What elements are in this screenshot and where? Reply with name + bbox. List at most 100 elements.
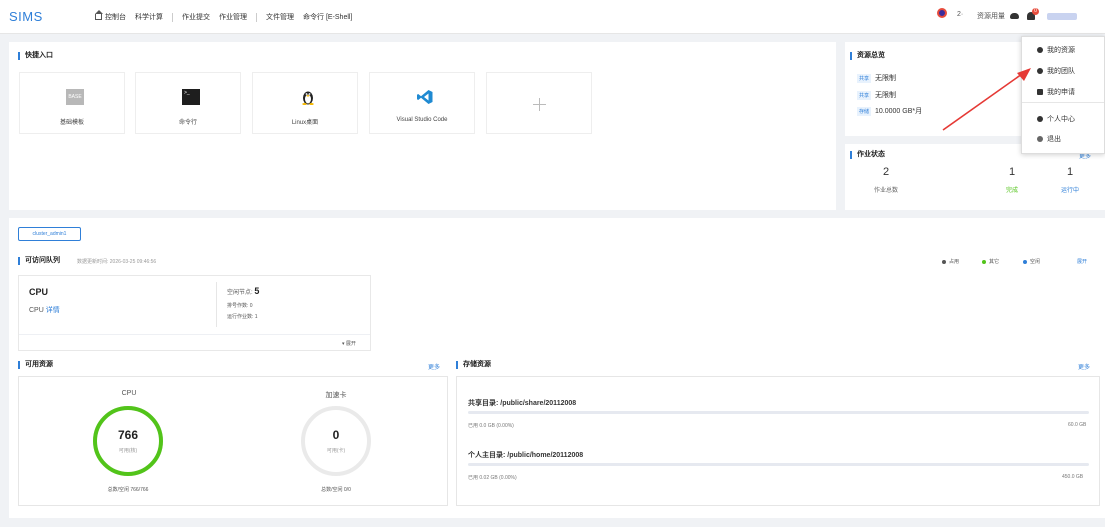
nav-item-eshell[interactable]: 命令行 [E-Shell] <box>303 12 352 22</box>
storage-resources-box <box>456 376 1100 506</box>
queue-subname-text: CPU <box>29 307 44 314</box>
idle-nodes-label: 空闲节点: <box>227 290 253 296</box>
quick-card-label: 命令行 <box>178 120 197 126</box>
quick-card-base-template[interactable]: BASE 基础模板 <box>19 72 125 134</box>
queue-detail-link[interactable]: 详情 <box>46 307 60 314</box>
job-done-label[interactable]: 完成 <box>982 185 1042 194</box>
cpu-gauge-unit: 可用(核) <box>118 448 138 454</box>
resource-tag: 存储 <box>857 106 872 116</box>
legend-dot <box>1023 259 1027 264</box>
main-nav: 控制台 科学计算 作业提交 作业管理 文件管理 命令行 [E-Shell] <box>95 0 361 34</box>
update-time: 数据更新时间: 2026-03-25 09:46:56 <box>77 259 157 265</box>
nav-item-job-management[interactable]: 作业管理 <box>219 12 247 22</box>
storage-home-total: 450.0 GB <box>1062 474 1084 480</box>
resource-summary-title: 资源总览 <box>850 52 885 60</box>
legend-label: 空闲 <box>1030 259 1041 265</box>
cpu-gauge-total: 总数/空闲 766/766 <box>107 487 149 493</box>
menu-item-my-team[interactable]: 我的团队 <box>1037 66 1075 76</box>
legend-dot <box>982 259 986 264</box>
top-right-toolbar: 2· 资源用量 0 <box>937 0 1105 34</box>
storage-title: 存储资源 <box>456 361 491 369</box>
linux-penguin-icon <box>302 91 314 105</box>
nav-divider <box>256 12 257 22</box>
storage-home-bar <box>468 463 1089 466</box>
home-icon <box>95 10 103 20</box>
nav-item-job-submit[interactable]: 作业提交 <box>182 12 210 22</box>
card-divider <box>216 282 217 327</box>
menu-item-my-applications[interactable]: 我的申请 <box>1037 87 1075 97</box>
quick-card-label: Linux桌面 <box>291 120 319 126</box>
add-icon-vertical <box>539 98 540 111</box>
team-icon <box>1037 68 1043 74</box>
queue-title: 可访问队列 <box>18 257 60 265</box>
job-status-title: 作业状态 <box>850 151 885 159</box>
resource-value: 无限制 <box>875 92 897 99</box>
legend-dot <box>942 259 946 264</box>
legend-item-occupied: 占用 <box>942 258 959 265</box>
resource-row: 共享 无限制 <box>857 90 896 100</box>
quick-card-label: Visual Studio Code <box>396 117 448 123</box>
user-name[interactable] <box>1047 13 1077 20</box>
user-icon <box>1037 116 1043 122</box>
running-jobs: 运行作业数: 1 <box>227 314 258 320</box>
job-running-value[interactable]: 1 <box>1040 166 1100 178</box>
nav-item-label: 作业管理 <box>219 14 247 21</box>
nav-item-label: 作业提交 <box>182 14 210 21</box>
nav-item-scientific-computing[interactable]: 科学计算 <box>135 12 163 22</box>
nav-item-label: 文件管理 <box>266 14 294 21</box>
gauge-title-accelerator: 加速卡 <box>325 392 347 399</box>
notification-count[interactable]: 2· <box>957 11 963 18</box>
logout-icon <box>1037 136 1043 142</box>
mascot-icon[interactable] <box>937 8 947 18</box>
terminal-icon: >_ <box>182 89 200 105</box>
job-running-label[interactable]: 运行中 <box>1040 185 1100 194</box>
card-expand-button[interactable]: ▾ 展开 <box>342 340 356 347</box>
vscode-icon <box>417 90 433 104</box>
queue-card-cpu: CPU CPU 详情 空闲节点: 5 排号作数: 0 运行作业数: 1 ▾ 展开 <box>18 275 371 351</box>
menu-item-label: 我的申请 <box>1047 89 1075 96</box>
gauge-title-cpu: CPU <box>121 390 137 397</box>
resource-row: 存储 10.0000 GB*月 <box>857 106 922 116</box>
storage-home-used: 已用 0.02 GB (0.00%) <box>468 475 517 481</box>
idle-nodes: 空闲节点: 5 <box>227 286 259 296</box>
storage-share-label: 共享目录: /public/share/20112008 <box>468 400 577 407</box>
resource-usage-link[interactable]: 资源用量 <box>977 11 1005 21</box>
cloud-icon[interactable] <box>1010 13 1019 19</box>
menu-item-my-resources[interactable]: 我的资源 <box>1037 45 1075 55</box>
storage-more-link[interactable]: 更多 <box>1078 362 1090 371</box>
nav-item-label: 控制台 <box>105 14 126 21</box>
job-done-value[interactable]: 1 <box>982 166 1042 178</box>
annotation-arrow-icon <box>942 68 1031 131</box>
cluster-tab[interactable]: cluster_admin1 <box>18 227 81 241</box>
quick-card-add[interactable] <box>486 72 592 134</box>
nav-divider <box>172 12 173 22</box>
quick-card-terminal[interactable]: >_ 命令行 <box>135 72 241 134</box>
resource-tag: 共享 <box>857 90 872 100</box>
menu-item-label: 个人中心 <box>1047 116 1075 123</box>
nav-item-dashboard[interactable]: 控制台 <box>95 10 126 22</box>
menu-item-logout[interactable]: 退出 <box>1037 134 1061 144</box>
job-total-value: 2 <box>882 166 890 178</box>
accelerator-gauge-total: 总数/空闲 0/0 <box>321 487 351 493</box>
expand-all-button[interactable]: 展开 <box>1077 258 1087 265</box>
quick-entry-title: 快捷入口 <box>18 52 53 60</box>
menu-item-personal-center[interactable]: 个人中心 <box>1037 114 1075 124</box>
storage-home-label: 个人主目录: /public/home/20112008 <box>468 452 584 459</box>
app-logo[interactable]: SIMS <box>9 9 43 24</box>
application-icon <box>1037 89 1043 95</box>
job-total-label: 作业总数 <box>873 188 898 194</box>
nav-item-file-management[interactable]: 文件管理 <box>266 12 294 22</box>
idle-nodes-value: 5 <box>254 286 260 296</box>
quick-card-linux-desktop[interactable]: Linux桌面 <box>252 72 358 134</box>
base-template-icon: BASE <box>66 89 84 105</box>
storage-share-total: 60.0 GB <box>1068 422 1087 428</box>
cube-icon <box>1037 47 1043 53</box>
bell-badge: 0 <box>1032 8 1039 15</box>
legend-label: 占用 <box>949 259 960 265</box>
menu-item-label: 退出 <box>1047 136 1061 143</box>
resource-tag: 共享 <box>857 73 872 83</box>
accelerator-gauge-unit: 可用(卡) <box>326 448 346 454</box>
available-more-link[interactable]: 更多 <box>428 362 440 371</box>
quick-card-vscode[interactable]: Visual Studio Code <box>369 72 475 134</box>
card-footer-divider <box>19 334 370 335</box>
